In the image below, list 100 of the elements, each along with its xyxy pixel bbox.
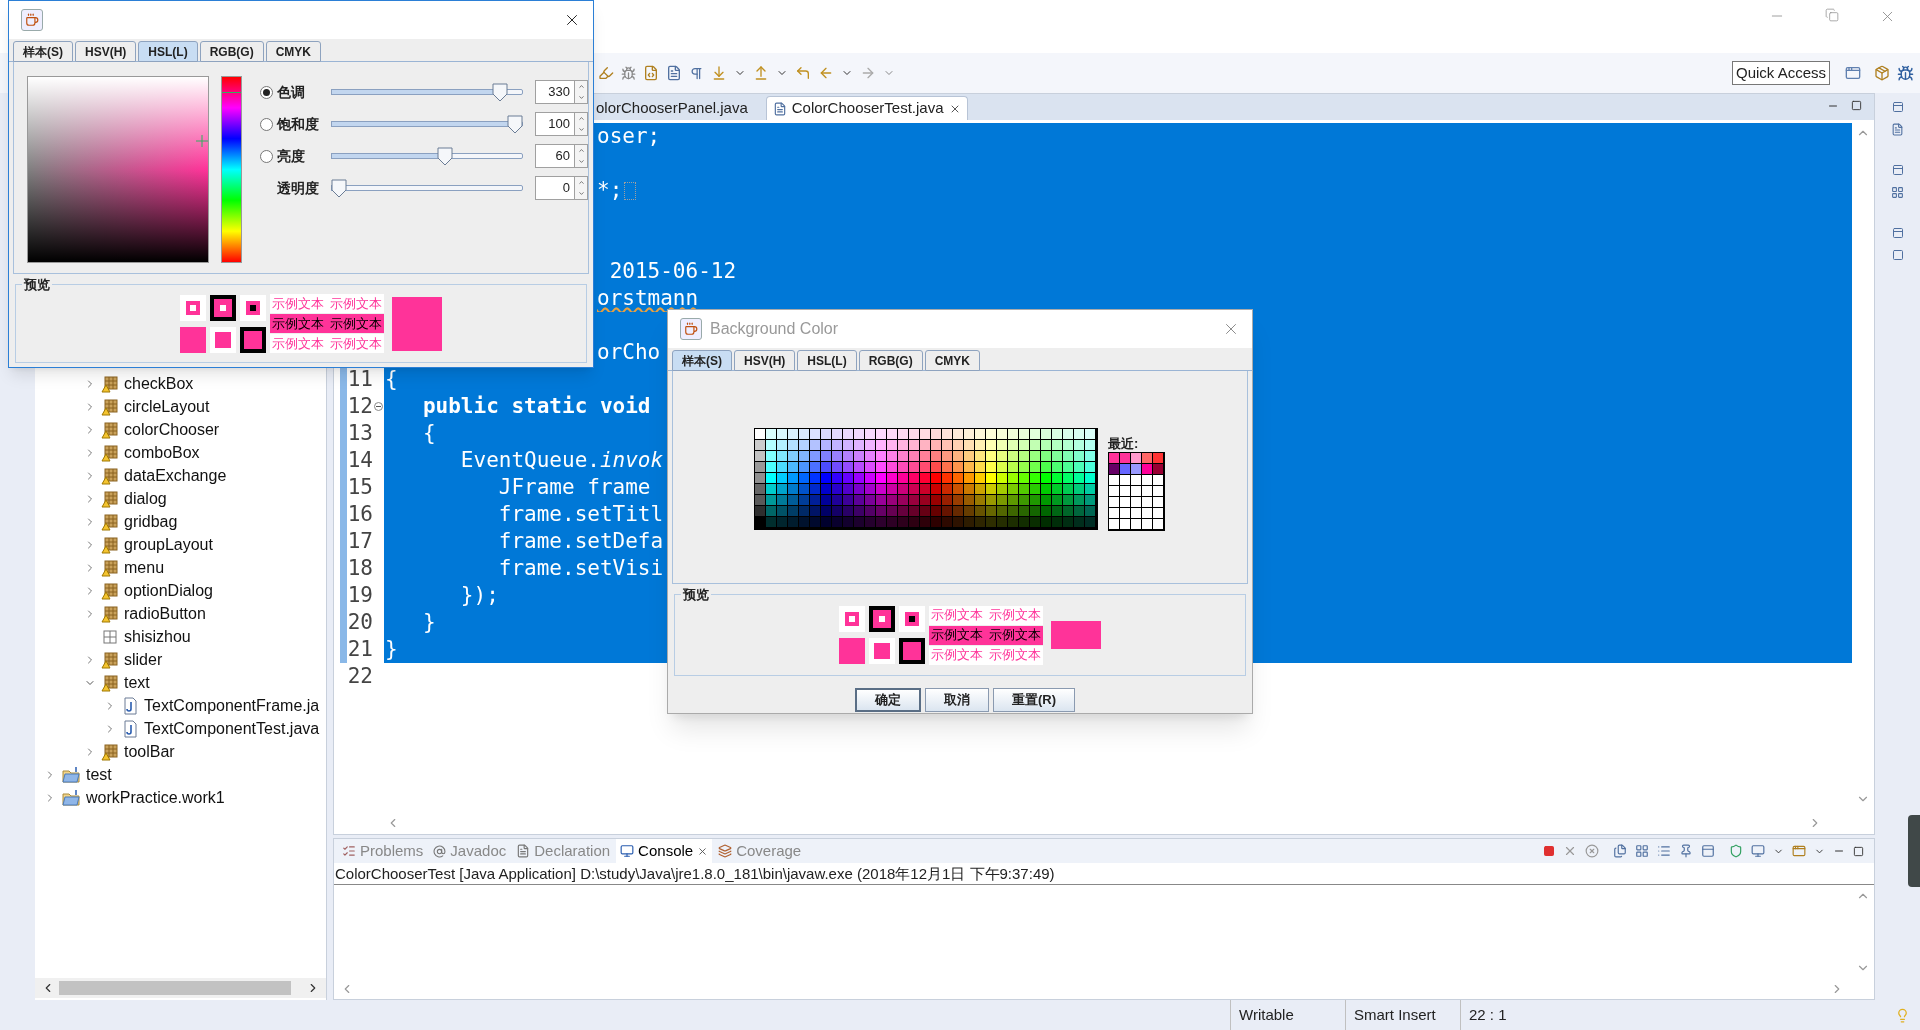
pin-icon[interactable] [1679,844,1693,858]
recent-color-swatch[interactable] [1120,452,1130,463]
tab[interactable]: CMYK [265,41,321,62]
tree-item[interactable]: comboBox [124,440,200,465]
tree-item[interactable]: checkBox [124,371,194,396]
slider-thumb[interactable] [507,115,523,134]
restore-view-icon[interactable] [1891,227,1904,239]
slider-thumb[interactable] [436,147,453,166]
hue-bar[interactable] [220,76,242,263]
tree-item[interactable]: TextComponentTest.java [144,716,320,741]
remove-icon[interactable] [1563,844,1577,858]
tree-item[interactable]: colorChooser [124,417,220,442]
spin-buttons[interactable] [575,112,588,136]
maximize-icon[interactable] [1851,100,1862,111]
tree-item[interactable]: toolBar [124,739,175,764]
tree-item[interactable]: gridbag [124,509,178,534]
file-code-icon[interactable] [643,65,659,81]
tree-item[interactable]: optionDialog [124,578,213,603]
tree-item[interactable]: shisizhou [124,624,191,649]
forward-icon[interactable] [860,65,876,81]
recent-color-swatch[interactable] [1153,463,1163,474]
recent-color-swatch[interactable] [1153,452,1163,463]
pilcrow-icon[interactable] [689,65,704,81]
tab[interactable]: RGB(G) [858,350,923,371]
list-icon[interactable] [1657,844,1671,858]
tree-item[interactable]: circleLayout [124,394,210,419]
radio-button[interactable] [260,85,273,99]
tab[interactable]: HSV(H) [734,350,796,371]
stop-icon[interactable] [1543,845,1555,857]
number-field[interactable]: 60 [535,144,575,168]
files-icon[interactable] [1613,844,1627,858]
maximize-icon[interactable] [1853,845,1864,857]
tab[interactable]: HSV(H) [75,41,137,62]
recent-color-swatch[interactable] [1142,452,1152,463]
spin-buttons[interactable] [575,144,588,168]
slider-track[interactable] [331,177,523,199]
quick-access-field[interactable]: Quick Access [1731,61,1830,85]
color-swatch-grid[interactable] [754,428,1098,530]
radio-button[interactable] [260,117,273,131]
slider-track[interactable] [331,113,523,135]
number-field[interactable]: 100 [535,112,575,136]
tab[interactable]: HSL(L) [797,350,857,371]
editor-tab[interactable]: ColorChooserTest.java [765,96,968,120]
spin-buttons[interactable] [575,80,588,104]
slider-thumb[interactable] [492,83,509,102]
tab[interactable]: 样本(S) [13,41,73,62]
code-line: *; [597,176,623,204]
debug-perspective-icon[interactable] [1897,64,1914,82]
spin-buttons[interactable] [575,176,588,200]
tree-item[interactable]: dataExchange [124,463,227,488]
dialog-button[interactable]: 重置(R) [992,688,1075,712]
tab[interactable]: CMYK [924,350,980,371]
dialog-button[interactable]: 确定 [854,688,921,712]
slider-thumb[interactable] [331,179,347,198]
restore-view-icon[interactable] [1891,101,1904,113]
tree-item[interactable]: test [86,762,112,787]
tab[interactable]: HSL(L) [138,41,198,62]
document-icon[interactable] [666,65,682,81]
dialog-button[interactable]: 取消 [924,688,989,712]
tree-item[interactable]: dialog [124,486,167,511]
slider-track[interactable] [331,81,523,103]
tree-item[interactable]: groupLayout [124,532,213,557]
slider-track[interactable] [331,145,523,167]
lightbulb-icon[interactable] [1895,1007,1910,1023]
package-perspective-icon[interactable] [1874,65,1890,81]
tree-item[interactable]: slider [124,647,163,672]
sample-text: 示例文本 [931,626,983,645]
recent-color-swatch[interactable] [1109,463,1119,474]
display-icon[interactable] [1751,844,1765,858]
recent-color-swatch[interactable] [1131,452,1141,463]
panel-icon[interactable] [1701,844,1715,858]
back-icon[interactable] [818,65,834,81]
radio-button[interactable] [260,149,273,163]
tree-item[interactable]: radioButton [124,601,206,626]
layout-grid-icon[interactable] [1635,844,1649,858]
recent-color-swatch[interactable] [1109,452,1119,463]
fold-minus-icon[interactable] [374,402,383,411]
line-number: 17 [347,527,373,555]
recent-color-swatch[interactable] [1120,463,1130,474]
tab[interactable]: 样本(S) [672,350,732,371]
recent-color-swatch[interactable] [1131,463,1141,474]
tree-item[interactable]: TextComponentFrame.ja [144,693,320,718]
number-field[interactable]: 0 [535,176,575,200]
editor-tab[interactable]: olorChooserPanel.java [590,96,754,120]
scrollbar-thumb[interactable] [59,981,291,995]
recent-color-swatch[interactable] [1142,463,1152,474]
close-tab-icon[interactable] [697,845,709,857]
restore-icon[interactable] [1825,8,1839,22]
tree-item[interactable]: text [124,670,150,695]
highlighter-icon[interactable] [598,65,614,81]
tree-item[interactable]: workPractice.work1 [86,785,225,810]
tree-item[interactable]: menu [124,555,165,580]
color-gradient-square[interactable] [27,76,209,263]
view-tab[interactable]: Console [616,839,713,863]
bug-icon[interactable] [621,65,636,81]
remove-all-icon[interactable] [1585,844,1599,858]
tab[interactable]: RGB(G) [199,41,264,62]
number-field[interactable]: 330 [535,80,575,104]
slider-label: 亮度 [277,146,306,166]
restore-view-icon[interactable] [1891,164,1904,176]
